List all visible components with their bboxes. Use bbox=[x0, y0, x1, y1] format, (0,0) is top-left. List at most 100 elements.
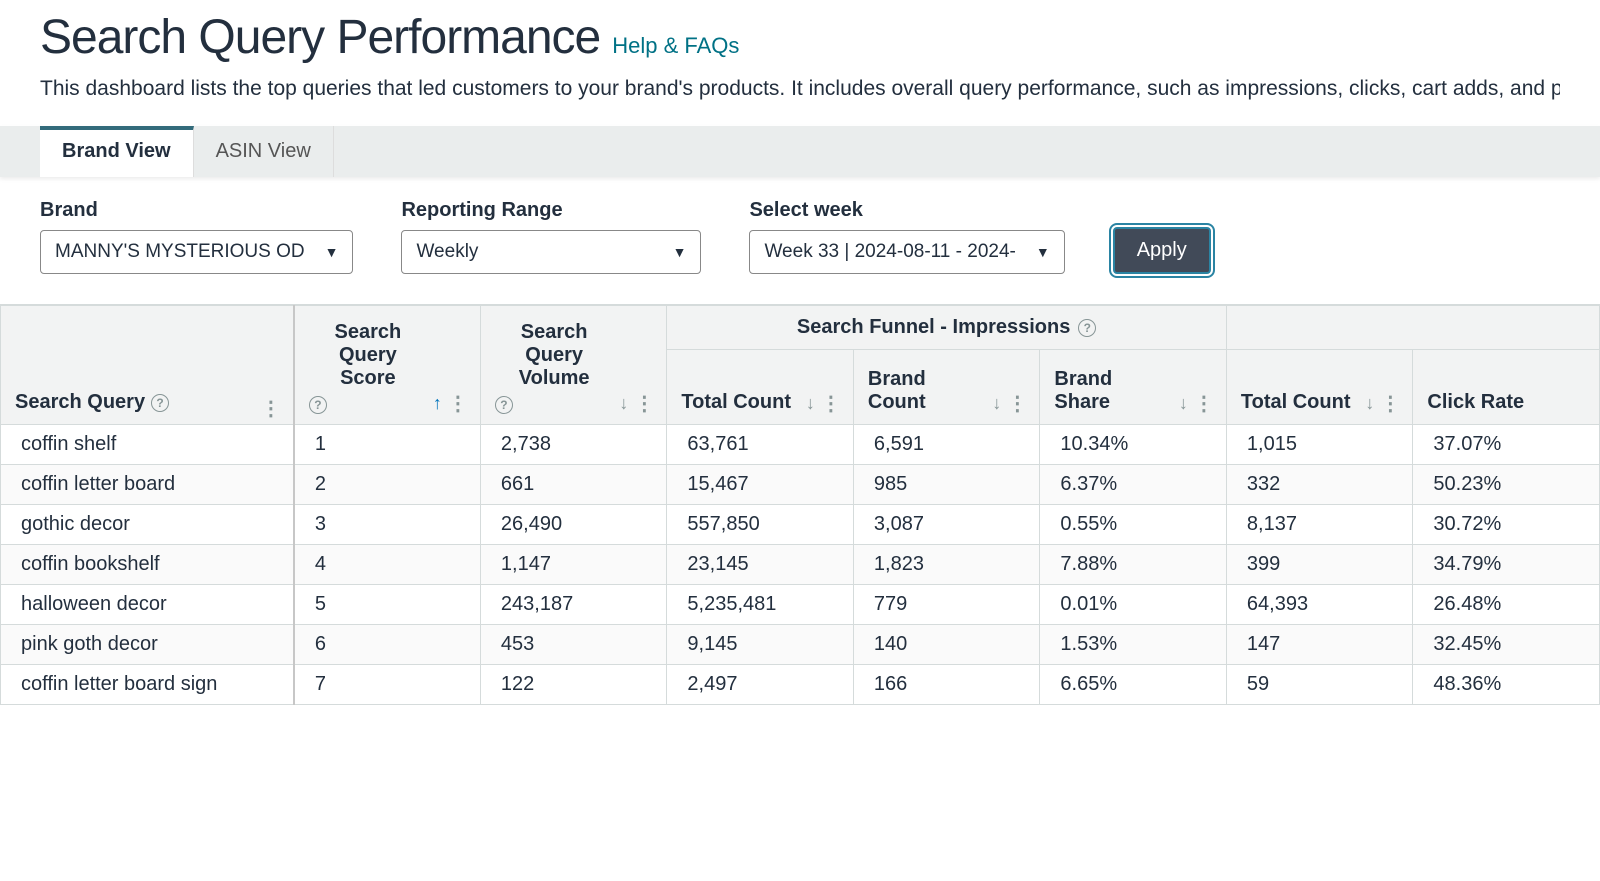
cell-query: gothic decor bbox=[1, 505, 294, 545]
cell-volume: 243,187 bbox=[480, 585, 667, 625]
cell-tc2: 59 bbox=[1226, 665, 1413, 705]
cell-tc: 2,497 bbox=[667, 665, 854, 705]
help-faqs-link[interactable]: Help & FAQs bbox=[612, 33, 739, 59]
filters-row: Brand MANNY'S MYSTERIOUS OD ▼ Reporting … bbox=[0, 177, 1600, 304]
select-week-label: Select week bbox=[749, 199, 1064, 222]
sort-descending-icon[interactable]: ↓ bbox=[619, 393, 628, 414]
cell-cr: 48.36% bbox=[1413, 665, 1600, 705]
cell-bs: 0.01% bbox=[1040, 585, 1227, 625]
cell-cr: 30.72% bbox=[1413, 505, 1600, 545]
week-select-value: Week 33 | 2024-08-11 - 2024- bbox=[764, 241, 1015, 263]
page-title: Search Query Performance bbox=[40, 10, 600, 65]
cell-tc2: 399 bbox=[1226, 545, 1413, 585]
cell-tc: 9,145 bbox=[667, 625, 854, 665]
help-icon[interactable]: ? bbox=[309, 396, 327, 414]
group-impressions: Search Funnel - Impressions bbox=[797, 316, 1070, 339]
cell-volume: 26,490 bbox=[480, 505, 667, 545]
apply-button[interactable]: Apply bbox=[1113, 227, 1211, 274]
page-description: This dashboard lists the top queries tha… bbox=[40, 75, 1560, 102]
col-score: Search Query Score bbox=[309, 321, 427, 390]
chevron-down-icon: ▼ bbox=[673, 244, 687, 260]
cell-tc2: 1,015 bbox=[1226, 425, 1413, 465]
column-menu-icon[interactable]: ⋮ bbox=[821, 399, 839, 409]
cell-tc: 557,850 bbox=[667, 505, 854, 545]
brand-select[interactable]: MANNY'S MYSTERIOUS OD ▼ bbox=[40, 230, 353, 274]
reporting-range-label: Reporting Range bbox=[401, 199, 701, 222]
cell-tc2: 147 bbox=[1226, 625, 1413, 665]
cell-tc: 63,761 bbox=[667, 425, 854, 465]
cell-score: 5 bbox=[294, 585, 481, 625]
cell-tc2: 64,393 bbox=[1226, 585, 1413, 625]
cell-query: coffin letter board sign bbox=[1, 665, 294, 705]
cell-bs: 1.53% bbox=[1040, 625, 1227, 665]
col-click-rate: Click Rate bbox=[1427, 391, 1524, 414]
cell-score: 7 bbox=[294, 665, 481, 705]
brand-label: Brand bbox=[40, 199, 353, 222]
cell-bc: 3,087 bbox=[853, 505, 1040, 545]
reporting-range-select[interactable]: Weekly ▼ bbox=[401, 230, 701, 274]
cell-tc2: 332 bbox=[1226, 465, 1413, 505]
cell-bs: 6.37% bbox=[1040, 465, 1227, 505]
cell-volume: 453 bbox=[480, 625, 667, 665]
sort-descending-icon[interactable]: ↓ bbox=[1179, 393, 1188, 414]
cell-tc2: 8,137 bbox=[1226, 505, 1413, 545]
cell-query: pink goth decor bbox=[1, 625, 294, 665]
table-row: coffin bookshelf41,14723,1451,8237.88%39… bbox=[1, 545, 1600, 585]
col-total-count-2: Total Count bbox=[1241, 391, 1351, 414]
sort-descending-icon[interactable]: ↓ bbox=[1365, 393, 1374, 414]
cell-cr: 26.48% bbox=[1413, 585, 1600, 625]
cell-score: 1 bbox=[294, 425, 481, 465]
help-icon[interactable]: ? bbox=[151, 394, 169, 412]
cell-query: coffin bookshelf bbox=[1, 545, 294, 585]
cell-bs: 10.34% bbox=[1040, 425, 1227, 465]
cell-bs: 6.65% bbox=[1040, 665, 1227, 705]
cell-query: coffin shelf bbox=[1, 425, 294, 465]
cell-bs: 7.88% bbox=[1040, 545, 1227, 585]
table-row: coffin letter board266115,4679856.37%332… bbox=[1, 465, 1600, 505]
column-menu-icon[interactable]: ⋮ bbox=[261, 404, 279, 414]
column-menu-icon[interactable]: ⋮ bbox=[1380, 399, 1398, 409]
cell-score: 4 bbox=[294, 545, 481, 585]
column-menu-icon[interactable]: ⋮ bbox=[448, 399, 466, 409]
tabs-bar: Brand View ASIN View bbox=[0, 126, 1600, 177]
cell-bc: 166 bbox=[853, 665, 1040, 705]
cell-tc: 23,145 bbox=[667, 545, 854, 585]
tab-brand-view[interactable]: Brand View bbox=[40, 126, 194, 177]
chevron-down-icon: ▼ bbox=[325, 244, 339, 260]
cell-query: halloween decor bbox=[1, 585, 294, 625]
cell-bs: 0.55% bbox=[1040, 505, 1227, 545]
cell-cr: 50.23% bbox=[1413, 465, 1600, 505]
col-volume: Search Query Volume bbox=[495, 321, 614, 390]
cell-score: 3 bbox=[294, 505, 481, 545]
sort-descending-icon[interactable]: ↓ bbox=[992, 393, 1001, 414]
col-brand-share: Brand Share bbox=[1054, 368, 1173, 414]
cell-tc: 15,467 bbox=[667, 465, 854, 505]
cell-bc: 6,591 bbox=[853, 425, 1040, 465]
table-row: coffin shelf12,73863,7616,59110.34%1,015… bbox=[1, 425, 1600, 465]
table-row: coffin letter board sign71222,4971666.65… bbox=[1, 665, 1600, 705]
cell-volume: 1,147 bbox=[480, 545, 667, 585]
cell-bc: 779 bbox=[853, 585, 1040, 625]
cell-query: coffin letter board bbox=[1, 465, 294, 505]
column-menu-icon[interactable]: ⋮ bbox=[1007, 399, 1025, 409]
column-menu-icon[interactable]: ⋮ bbox=[634, 399, 652, 409]
table-row: halloween decor5243,1875,235,4817790.01%… bbox=[1, 585, 1600, 625]
cell-bc: 140 bbox=[853, 625, 1040, 665]
chevron-down-icon: ▼ bbox=[1036, 244, 1050, 260]
reporting-range-value: Weekly bbox=[416, 241, 478, 263]
sort-ascending-icon[interactable]: ↑ bbox=[433, 393, 442, 414]
query-table: Search Query ? ⋮ Search Query Score ? ↑ … bbox=[0, 305, 1600, 705]
column-menu-icon[interactable]: ⋮ bbox=[1194, 399, 1212, 409]
sort-descending-icon[interactable]: ↓ bbox=[806, 393, 815, 414]
cell-bc: 985 bbox=[853, 465, 1040, 505]
help-icon[interactable]: ? bbox=[495, 396, 513, 414]
col-brand-count: Brand Count bbox=[868, 368, 987, 414]
cell-score: 2 bbox=[294, 465, 481, 505]
cell-cr: 37.07% bbox=[1413, 425, 1600, 465]
help-icon[interactable]: ? bbox=[1078, 319, 1096, 337]
cell-volume: 661 bbox=[480, 465, 667, 505]
cell-bc: 1,823 bbox=[853, 545, 1040, 585]
cell-tc: 5,235,481 bbox=[667, 585, 854, 625]
tab-asin-view[interactable]: ASIN View bbox=[194, 126, 334, 177]
week-select[interactable]: Week 33 | 2024-08-11 - 2024- ▼ bbox=[749, 230, 1064, 274]
